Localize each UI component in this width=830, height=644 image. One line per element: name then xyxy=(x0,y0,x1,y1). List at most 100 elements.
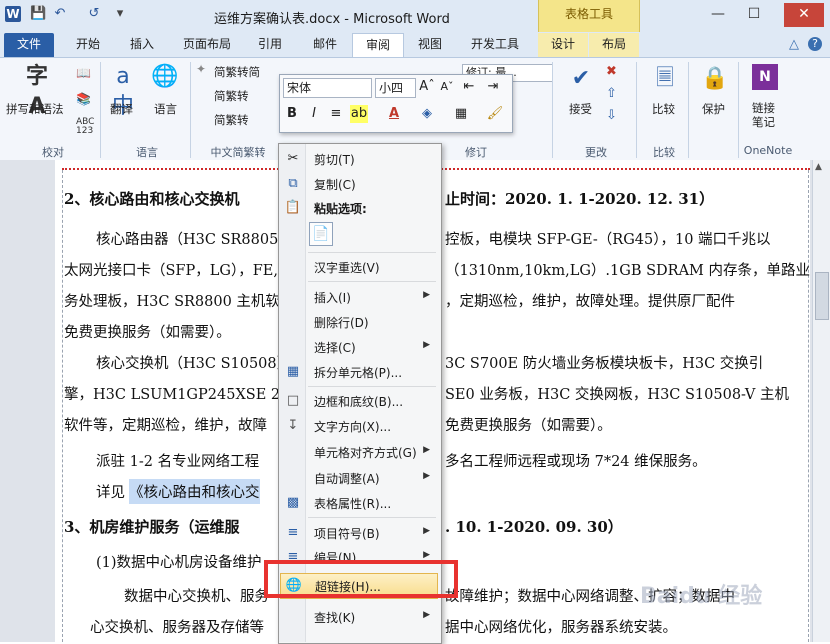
tab-home[interactable]: 开始 xyxy=(66,33,110,57)
menu-separator xyxy=(308,386,436,387)
word-logo-icon[interactable]: W xyxy=(5,6,21,22)
selected-link-text[interactable]: 《核心路由和核心交 xyxy=(129,479,260,504)
help-icon[interactable]: ? xyxy=(808,37,822,51)
increase-indent-icon[interactable]: ⇥ xyxy=(484,78,502,96)
minimize-button[interactable]: — xyxy=(702,3,734,27)
menu-item-reconvert[interactable]: 汉字重选(V) xyxy=(280,255,438,279)
menu-item-find[interactable]: 查找(K) ▶ xyxy=(280,605,438,629)
menu-item-bullets[interactable]: ≡ 项目符号(B) ▶ xyxy=(280,521,438,545)
doc-line: 详见 xyxy=(96,485,125,501)
table-properties-icon: ▩ xyxy=(286,495,300,510)
menu-item-label: 项目符号(B) xyxy=(314,527,380,541)
doc-line: 2、核心路由和核心交换机 xyxy=(64,190,240,208)
doc-line: 派驻 1-2 名专业网络工程 xyxy=(96,454,260,470)
menu-item-delete-row[interactable]: 删除行(D) xyxy=(280,310,438,334)
menu-item-cell-alignment[interactable]: 单元格对齐方式(G) ▶ xyxy=(280,440,438,464)
format-painter-icon[interactable]: 🖌 xyxy=(486,105,504,123)
close-button[interactable]: ✕ xyxy=(784,3,824,27)
borders-mini-icon[interactable]: ▦ xyxy=(452,105,470,123)
doc-line: 免费更换服务（如需要）。 xyxy=(64,325,231,341)
previous-change-icon[interactable]: ⇧ xyxy=(606,86,617,101)
save-icon[interactable]: 💾 xyxy=(30,6,46,22)
vertical-scrollbar[interactable] xyxy=(812,160,830,642)
shrink-font-icon[interactable]: Aˇ xyxy=(438,78,456,96)
menu-item-autofit[interactable]: 自动调整(A) ▶ xyxy=(280,466,438,490)
word-count-icon[interactable]: ABC 123 xyxy=(76,118,94,136)
tab-insert[interactable]: 插入 xyxy=(120,33,164,57)
text-direction-icon: ↧ xyxy=(287,418,299,433)
font-name-select[interactable]: 宋体 xyxy=(283,78,372,98)
font-color-icon[interactable]: A xyxy=(385,105,403,123)
bold-icon[interactable]: B xyxy=(283,105,301,123)
grow-font-icon[interactable]: Aˆ xyxy=(418,78,436,96)
tab-page-layout[interactable]: 页面布局 xyxy=(176,33,238,57)
simp-to-trad-2[interactable]: 简繁转 xyxy=(214,88,249,104)
group-chinese-conversion-label: 中文简繁转 xyxy=(210,146,266,159)
spell-grammar-button[interactable]: 拼写和语法 xyxy=(6,101,64,117)
simp-to-trad-1[interactable]: 简繁转简 xyxy=(214,64,260,80)
tab-mailings[interactable]: 邮件 xyxy=(303,33,347,57)
tab-developer[interactable]: 开发工具 xyxy=(462,33,528,57)
tab-design[interactable]: 设计 xyxy=(538,33,588,57)
collapse-ribbon-icon[interactable]: △ xyxy=(786,37,802,53)
menu-item-table-properties[interactable]: ▩ 表格属性(R)... xyxy=(280,491,438,515)
translate-button[interactable]: 翻译 xyxy=(110,101,133,117)
scrollbar-thumb[interactable] xyxy=(815,272,829,320)
research-icon[interactable]: 📖 xyxy=(76,66,91,80)
reject-icon[interactable]: ✖ xyxy=(606,64,617,79)
tab-review[interactable]: 审阅 xyxy=(352,33,404,59)
submenu-arrow-icon: ▶ xyxy=(423,550,430,560)
menu-item-copy[interactable]: ⧉ 复制(C) xyxy=(280,172,438,196)
maximize-button[interactable]: ☐ xyxy=(738,3,770,27)
group-separator xyxy=(738,62,739,158)
tab-file[interactable]: 文件 xyxy=(4,33,54,57)
menu-item-select[interactable]: 选择(C) ▶ xyxy=(280,335,438,359)
tab-view[interactable]: 视图 xyxy=(408,33,452,57)
menu-item-text-direction[interactable]: ↧ 文字方向(X)... xyxy=(280,414,438,438)
italic-icon[interactable]: I xyxy=(305,105,323,123)
accept-button[interactable]: 接受 xyxy=(569,101,592,117)
redo-icon[interactable]: ↺ xyxy=(86,6,102,22)
menu-item-cut[interactable]: ✂ 剪切(T) xyxy=(280,147,438,171)
menu-item-label: 剪切(T) xyxy=(314,153,355,167)
doc-line: 心交换机、服务器及存储等 xyxy=(90,620,264,636)
menu-item-insert[interactable]: 插入(I) ▶ xyxy=(280,285,438,309)
simp-to-trad-3[interactable]: 简繁转 xyxy=(214,112,249,128)
tab-references[interactable]: 引用 xyxy=(250,33,290,57)
shading-icon[interactable]: ◈ xyxy=(418,105,436,123)
table-border-right xyxy=(808,170,809,642)
language-button[interactable]: 语言 xyxy=(154,101,177,117)
highlight-color-icon[interactable]: ab xyxy=(350,105,368,123)
watermark: Baidu 经验 xyxy=(640,584,763,609)
paste-keep-text-button[interactable]: 📄 xyxy=(309,222,333,246)
doc-line: 核心交换机（H3C S10508） xyxy=(96,356,292,372)
center-align-icon[interactable]: ≡ xyxy=(327,105,345,123)
group-language-label: 语言 xyxy=(136,146,158,159)
thesaurus-icon[interactable]: 📚 xyxy=(76,92,91,106)
doc-line: 3C S700E 防火墙业务板模块板卡，H3C 交换引 xyxy=(445,356,764,372)
menu-item-split-cells[interactable]: ▦ 拆分单元格(P)... xyxy=(280,360,438,384)
tab-layout[interactable]: 布局 xyxy=(589,33,639,57)
decrease-indent-icon[interactable]: ⇤ xyxy=(460,78,478,96)
group-changes-label: 更改 xyxy=(585,146,607,159)
bullets-icon: ≡ xyxy=(287,525,299,540)
window-title: 运维方案确认表.docx - Microsoft Word xyxy=(214,12,450,27)
menu-item-borders-shading[interactable]: □ 边框和底纹(B)... xyxy=(280,389,438,413)
menu-item-label: 选择(C) xyxy=(314,341,356,355)
doc-line: 数据中心交换机、服务 xyxy=(124,589,269,605)
menu-item-label: 自动调整(A) xyxy=(314,472,380,486)
compare-button[interactable]: 比较 xyxy=(652,101,675,117)
new-comment-icon[interactable]: ✦ xyxy=(196,62,206,76)
linked-notes-button[interactable]: 链接 笔记 xyxy=(752,101,775,129)
submenu-arrow-icon: ▶ xyxy=(423,471,430,481)
scroll-up-icon[interactable]: ▲ xyxy=(815,162,822,172)
customize-quick-access-icon[interactable]: ▾ xyxy=(112,6,128,22)
submenu-arrow-icon: ▶ xyxy=(423,290,430,300)
undo-icon[interactable]: ↶ xyxy=(52,6,68,22)
table-border-left xyxy=(62,170,63,642)
font-size-select[interactable]: 小四 xyxy=(375,78,416,98)
next-change-icon[interactable]: ⇩ xyxy=(606,108,617,123)
menu-item-label: 查找(K) xyxy=(314,611,356,625)
protect-button[interactable]: 保护 xyxy=(702,101,725,117)
menu-separator xyxy=(308,281,436,282)
